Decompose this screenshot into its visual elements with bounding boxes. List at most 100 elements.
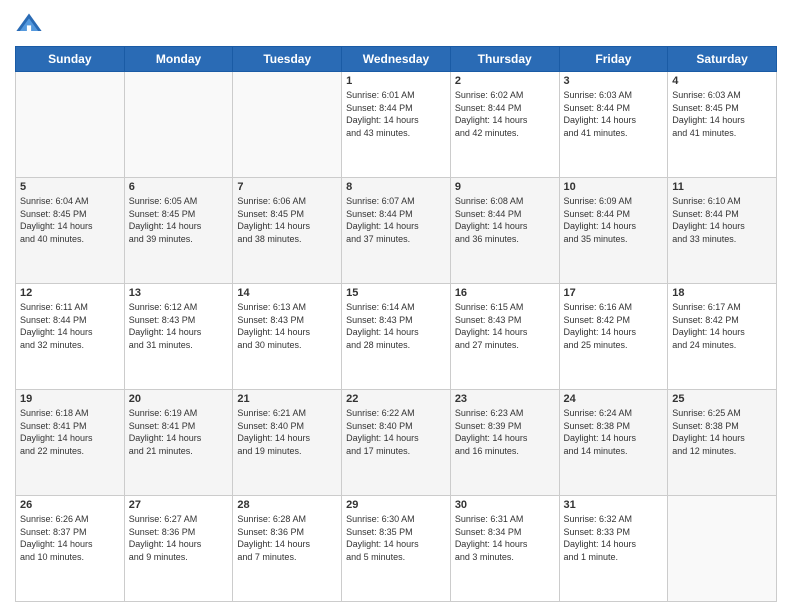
day-info: Sunrise: 6:14 AM Sunset: 8:43 PM Dayligh… [346,301,446,351]
day-number: 2 [455,75,555,87]
day-info: Sunrise: 6:06 AM Sunset: 8:45 PM Dayligh… [237,195,337,245]
day-header-friday: Friday [559,47,668,72]
day-number: 9 [455,181,555,193]
calendar-cell: 23Sunrise: 6:23 AM Sunset: 8:39 PM Dayli… [450,390,559,496]
logo-icon [15,10,43,38]
calendar-cell: 20Sunrise: 6:19 AM Sunset: 8:41 PM Dayli… [124,390,233,496]
day-number: 25 [672,393,772,405]
calendar-cell: 22 Sunrise: 6:22 AM Sunset: 8:40 PM Dayli… [342,390,451,496]
day-info: Sunrise: 6:05 AM Sunset: 8:45 PM Dayligh… [129,195,229,245]
day-info: Sunrise: 6:24 AM Sunset: 8:38 PM Dayligh… [564,407,664,457]
day-info: Sunrise: 6:08 AM Sunset: 8:44 PM Dayligh… [455,195,555,245]
calendar-cell [233,72,342,178]
calendar-cell: 28 Sunrise: 6:28 AM Sunset: 8:36 PM Dayli… [233,496,342,602]
calendar-cell: 24 Sunrise: 6:24 AM Sunset: 8:38 PM Dayli… [559,390,668,496]
day-number: 27 [129,499,229,511]
calendar-cell: 29 Sunrise: 6:30 AM Sunset: 8:35 PM Dayli… [342,496,451,602]
day-number: 11 [672,181,772,193]
day-header-thursday: Thursday [450,47,559,72]
calendar-cell: 12Sunrise: 6:11 AM Sunset: 8:44 PM Dayli… [16,284,125,390]
day-number: 26 [20,499,120,511]
calendar-cell: 16 Sunrise: 6:15 AM Sunset: 8:43 PM Dayli… [450,284,559,390]
day-number: 28 [237,499,337,511]
day-header-tuesday: Tuesday [233,47,342,72]
day-number: 7 [237,181,337,193]
day-info: Sunrise: 6:03 AM Sunset: 8:45 PM Dayligh… [672,89,772,139]
day-number: 16 [455,287,555,299]
calendar-cell [16,72,125,178]
day-number: 24 [564,393,664,405]
day-info: Sunrise: 6:12 AM Sunset: 8:43 PM Dayligh… [129,301,229,351]
calendar-cell: 25 Sunrise: 6:25 AM Sunset: 8:38 PM Dayli… [668,390,777,496]
day-info: Sunrise: 6:25 AM Sunset: 8:38 PM Dayligh… [672,407,772,457]
day-number: 10 [564,181,664,193]
day-number: 8 [346,181,446,193]
day-number: 23 [455,393,555,405]
calendar-cell: 4Sunrise: 6:03 AM Sunset: 8:45 PM Daylig… [668,72,777,178]
header-row: SundayMondayTuesdayWednesdayThursdayFrid… [16,47,777,72]
day-number: 29 [346,499,446,511]
calendar-cell: 15 Sunrise: 6:14 AM Sunset: 8:43 PM Dayli… [342,284,451,390]
day-info: Sunrise: 6:03 AM Sunset: 8:44 PM Dayligh… [564,89,664,139]
day-info: Sunrise: 6:07 AM Sunset: 8:44 PM Dayligh… [346,195,446,245]
calendar-cell: 19 Sunrise: 6:18 AM Sunset: 8:41 PM Dayli… [16,390,125,496]
calendar-cell: 5 Sunrise: 6:04 AM Sunset: 8:45 PM Daylig… [16,178,125,284]
calendar-cell: 6 Sunrise: 6:05 AM Sunset: 8:45 PM Daylig… [124,178,233,284]
day-info: Sunrise: 6:13 AM Sunset: 8:43 PM Dayligh… [237,301,337,351]
day-info: Sunrise: 6:15 AM Sunset: 8:43 PM Dayligh… [455,301,555,351]
calendar-cell: 27Sunrise: 6:27 AM Sunset: 8:36 PM Dayli… [124,496,233,602]
day-number: 17 [564,287,664,299]
calendar-cell: 13Sunrise: 6:12 AM Sunset: 8:43 PM Dayli… [124,284,233,390]
day-info: Sunrise: 6:17 AM Sunset: 8:42 PM Dayligh… [672,301,772,351]
day-header-monday: Monday [124,47,233,72]
calendar-cell: 30Sunrise: 6:31 AM Sunset: 8:34 PM Dayli… [450,496,559,602]
day-number: 6 [129,181,229,193]
day-info: Sunrise: 6:04 AM Sunset: 8:45 PM Dayligh… [20,195,120,245]
day-info: Sunrise: 6:26 AM Sunset: 8:37 PM Dayligh… [20,513,120,563]
calendar-week-0: 1 Sunrise: 6:01 AM Sunset: 8:44 PM Daylig… [16,72,777,178]
day-info: Sunrise: 6:09 AM Sunset: 8:44 PM Dayligh… [564,195,664,245]
day-number: 20 [129,393,229,405]
day-info: Sunrise: 6:11 AM Sunset: 8:44 PM Dayligh… [20,301,120,351]
day-info: Sunrise: 6:10 AM Sunset: 8:44 PM Dayligh… [672,195,772,245]
day-info: Sunrise: 6:32 AM Sunset: 8:33 PM Dayligh… [564,513,664,563]
calendar-week-1: 5 Sunrise: 6:04 AM Sunset: 8:45 PM Daylig… [16,178,777,284]
day-number: 15 [346,287,446,299]
logo [15,10,47,38]
calendar-cell: 17 Sunrise: 6:16 AM Sunset: 8:42 PM Dayli… [559,284,668,390]
calendar-cell: 26 Sunrise: 6:26 AM Sunset: 8:37 PM Dayli… [16,496,125,602]
day-header-sunday: Sunday [16,47,125,72]
day-number: 1 [346,75,446,87]
calendar-cell: 18 Sunrise: 6:17 AM Sunset: 8:42 PM Dayli… [668,284,777,390]
calendar-cell: 10 Sunrise: 6:09 AM Sunset: 8:44 PM Dayli… [559,178,668,284]
day-info: Sunrise: 6:30 AM Sunset: 8:35 PM Dayligh… [346,513,446,563]
day-number: 5 [20,181,120,193]
day-info: Sunrise: 6:31 AM Sunset: 8:34 PM Dayligh… [455,513,555,563]
calendar-week-4: 26 Sunrise: 6:26 AM Sunset: 8:37 PM Dayli… [16,496,777,602]
page: SundayMondayTuesdayWednesdayThursdayFrid… [0,0,792,612]
calendar-cell [124,72,233,178]
header [15,10,777,38]
calendar-cell: 1 Sunrise: 6:01 AM Sunset: 8:44 PM Daylig… [342,72,451,178]
day-number: 18 [672,287,772,299]
day-number: 22 [346,393,446,405]
day-info: Sunrise: 6:21 AM Sunset: 8:40 PM Dayligh… [237,407,337,457]
day-number: 31 [564,499,664,511]
day-info: Sunrise: 6:22 AM Sunset: 8:40 PM Dayligh… [346,407,446,457]
day-info: Sunrise: 6:18 AM Sunset: 8:41 PM Dayligh… [20,407,120,457]
calendar-cell: 7 Sunrise: 6:06 AM Sunset: 8:45 PM Daylig… [233,178,342,284]
day-number: 3 [564,75,664,87]
calendar-cell: 11 Sunrise: 6:10 AM Sunset: 8:44 PM Dayli… [668,178,777,284]
calendar-week-3: 19 Sunrise: 6:18 AM Sunset: 8:41 PM Dayli… [16,390,777,496]
day-header-wednesday: Wednesday [342,47,451,72]
day-number: 14 [237,287,337,299]
day-info: Sunrise: 6:28 AM Sunset: 8:36 PM Dayligh… [237,513,337,563]
day-info: Sunrise: 6:01 AM Sunset: 8:44 PM Dayligh… [346,89,446,139]
calendar-header: SundayMondayTuesdayWednesdayThursdayFrid… [16,47,777,72]
day-info: Sunrise: 6:16 AM Sunset: 8:42 PM Dayligh… [564,301,664,351]
day-number: 21 [237,393,337,405]
calendar-cell: 3 Sunrise: 6:03 AM Sunset: 8:44 PM Daylig… [559,72,668,178]
day-header-saturday: Saturday [668,47,777,72]
day-number: 19 [20,393,120,405]
calendar-cell: 2Sunrise: 6:02 AM Sunset: 8:44 PM Daylig… [450,72,559,178]
